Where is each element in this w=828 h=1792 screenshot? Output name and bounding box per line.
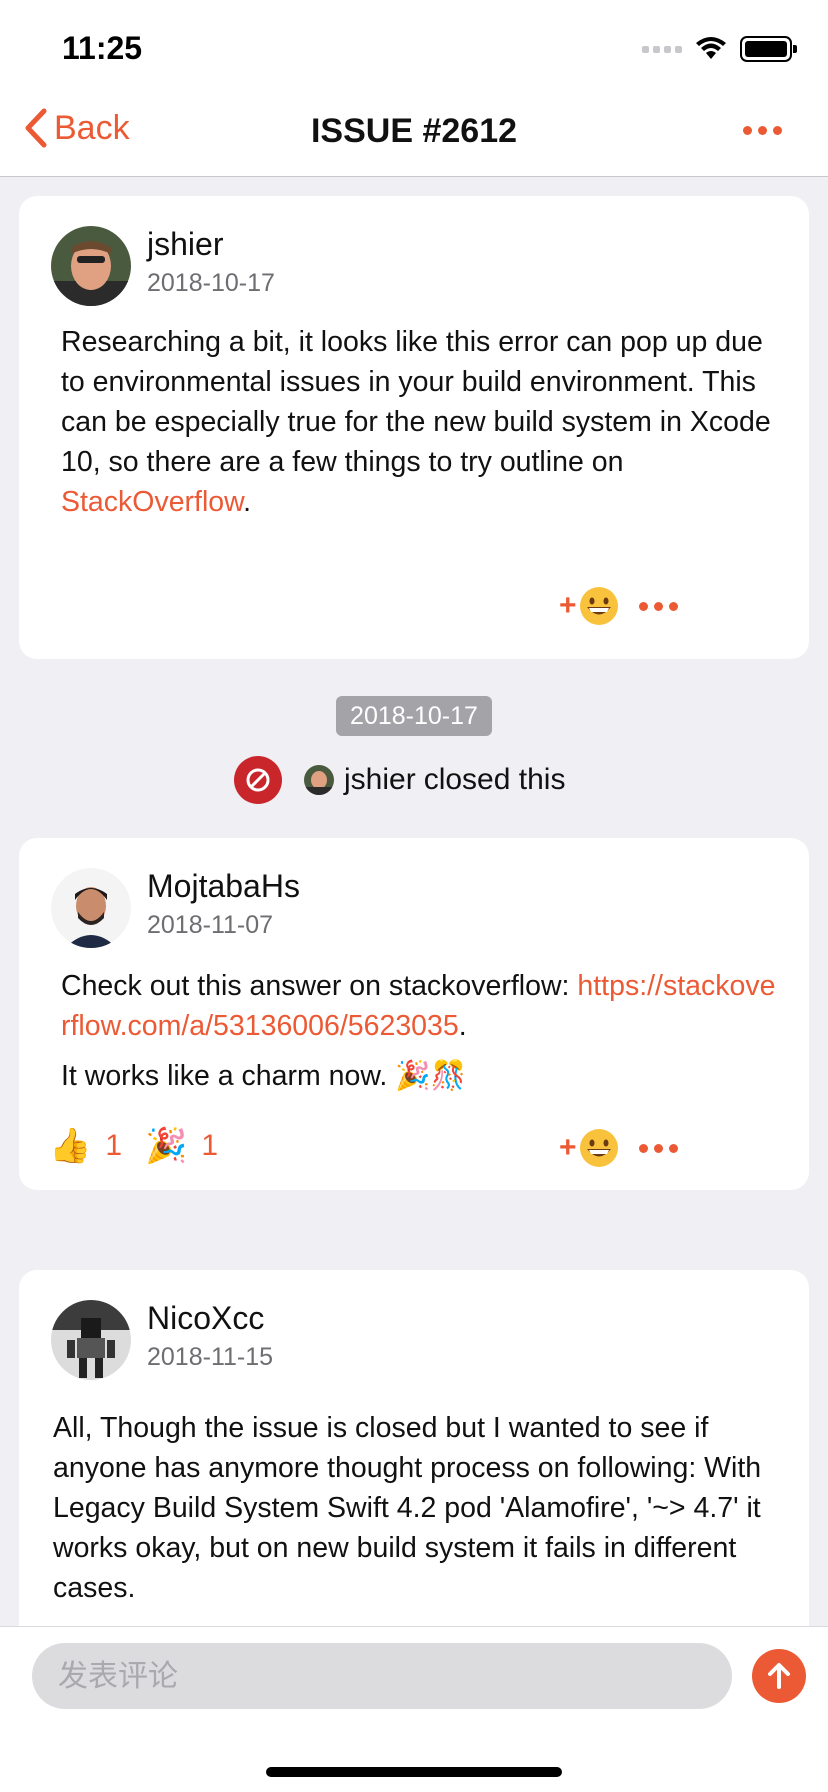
event-action: closed this xyxy=(423,763,566,796)
avatar[interactable] xyxy=(51,868,131,948)
comment-more-button[interactable] xyxy=(639,1144,678,1153)
comment-body: Researching a bit, it looks like this er… xyxy=(61,326,771,518)
back-button[interactable]: Back xyxy=(24,108,130,148)
comments-list[interactable]: jshier 2018-10-17 Researching a bit, it … xyxy=(0,178,828,1626)
avatar[interactable] xyxy=(51,1300,131,1380)
arrow-up-icon xyxy=(768,1663,790,1689)
comment-header: jshier 2018-10-17 xyxy=(51,226,275,306)
comment-date: 2018-11-15 xyxy=(147,1343,274,1371)
battery-icon xyxy=(740,36,797,62)
stackoverflow-link[interactable]: StackOverflow xyxy=(61,486,243,518)
reaction-count: 1 xyxy=(201,1129,219,1162)
add-reaction-button[interactable]: + xyxy=(559,586,619,626)
comment-card: MojtabaHs 2018-11-07 Check out this answ… xyxy=(19,838,809,1190)
party-popper-reaction[interactable]: 🎉 1 xyxy=(145,1126,218,1166)
event-date-badge: 2018-10-17 xyxy=(336,696,492,736)
comment-header: MojtabaHs 2018-11-07 xyxy=(51,868,300,948)
smiley-face-icon xyxy=(579,587,618,625)
reaction-count: 1 xyxy=(105,1129,123,1162)
avatar[interactable] xyxy=(304,765,334,795)
home-indicator xyxy=(266,1767,562,1777)
navigation-bar: Back ISSUE #2612 xyxy=(0,90,828,177)
author-name[interactable]: jshier xyxy=(147,226,275,263)
author-name[interactable]: NicoXcc xyxy=(147,1300,273,1337)
status-time: 11:25 xyxy=(62,30,143,66)
comment-composer xyxy=(0,1626,828,1792)
smiley-face-icon xyxy=(579,1129,618,1167)
closed-event: jshier closed this xyxy=(234,756,565,804)
thumbs-up-icon: 👍 xyxy=(49,1127,92,1165)
status-icons xyxy=(642,36,797,62)
status-bar: 11:25 xyxy=(0,0,828,90)
comment-card: jshier 2018-10-17 Researching a bit, it … xyxy=(19,196,809,659)
add-reaction-button[interactable]: + xyxy=(559,1128,619,1168)
comment-more-button[interactable] xyxy=(639,602,678,611)
event-actor-link[interactable]: jshier xyxy=(344,763,416,797)
comment-input[interactable] xyxy=(32,1643,732,1709)
closed-icon xyxy=(234,756,282,804)
party-popper-icon: 🎉 xyxy=(145,1127,188,1165)
comment-date: 2018-10-17 xyxy=(147,269,275,297)
thumbs-up-reaction[interactable]: 👍 1 xyxy=(49,1126,122,1166)
comment-body-paragraph: It works like a charm now. 🎉🎊 xyxy=(61,1060,467,1092)
comment-header: NicoXcc 2018-11-15 xyxy=(51,1300,273,1380)
comment-body: Check out this answer on stackoverflow: … xyxy=(61,970,776,1042)
avatar[interactable] xyxy=(51,226,131,306)
author-name[interactable]: MojtabaHs xyxy=(147,868,300,905)
send-button[interactable] xyxy=(752,1649,806,1703)
comment-body: All, Though the issue is closed but I wa… xyxy=(53,1412,762,1604)
signal-icon xyxy=(642,45,682,53)
wifi-icon xyxy=(696,37,726,59)
more-options-button[interactable] xyxy=(743,126,782,135)
chevron-left-icon xyxy=(25,108,47,148)
comment-date: 2018-11-07 xyxy=(147,911,274,939)
comment-card: NicoXcc 2018-11-15 All, Though the issue… xyxy=(19,1270,809,1626)
back-label: Back xyxy=(54,108,130,147)
